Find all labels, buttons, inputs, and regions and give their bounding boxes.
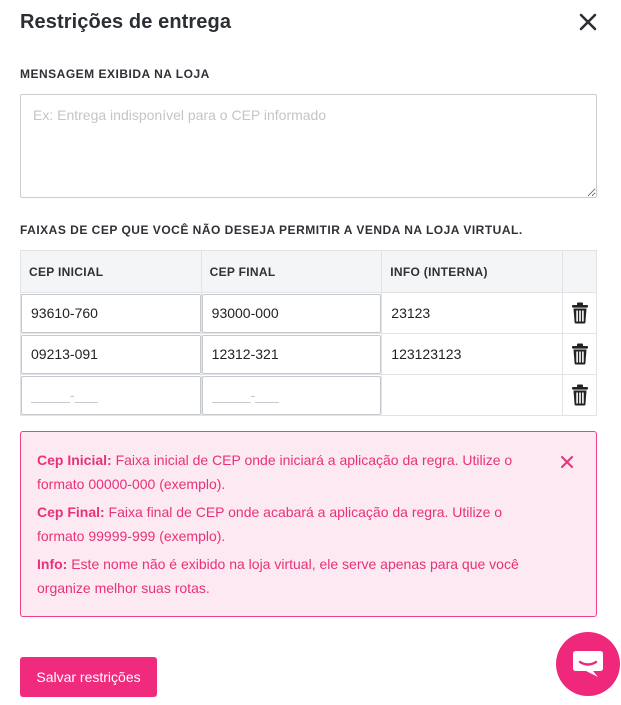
cep-inicial-input[interactable]	[21, 293, 201, 333]
table-row: 123123123	[20, 333, 597, 375]
help-term: Info:	[37, 556, 68, 572]
close-icon[interactable]	[576, 10, 600, 34]
column-cep-inicial: CEP INICIAL	[20, 250, 202, 293]
cep-inicial-input[interactable]	[21, 334, 201, 374]
trash-icon[interactable]	[570, 302, 590, 324]
dialog-header: Restrições de entrega	[20, 8, 600, 38]
trash-icon[interactable]	[570, 343, 590, 365]
message-label: MENSAGEM EXIBIDA NA LOJA	[20, 67, 210, 81]
cep-final-input[interactable]	[201, 375, 382, 415]
help-term: Cep Inicial:	[37, 452, 112, 468]
store-message-input[interactable]	[20, 94, 597, 198]
chat-icon[interactable]	[556, 632, 620, 696]
help-text: Este nome não é exibido na loja virtual,…	[37, 556, 519, 596]
trash-icon[interactable]	[570, 384, 590, 406]
column-actions	[562, 250, 597, 293]
dialog-title: Restrições de entrega	[20, 11, 232, 33]
save-restrictions-button[interactable]: Salvar restrições	[20, 657, 157, 697]
info-value[interactable]: 123123123	[382, 346, 562, 362]
table-row	[20, 374, 597, 416]
table-header-row: CEP INICIAL CEP FINAL INFO (INTERNA)	[20, 250, 597, 293]
cep-ranges-table: CEP INICIAL CEP FINAL INFO (INTERNA) 231…	[20, 250, 597, 416]
close-icon[interactable]	[560, 452, 574, 468]
column-cep-final: CEP FINAL	[200, 250, 383, 293]
help-alert: Cep Inicial: Faixa inicial de CEP onde i…	[20, 431, 597, 617]
help-item-cep-final: Cep Final: Faixa final de CEP onde acaba…	[37, 500, 540, 548]
help-term: Cep Final:	[37, 504, 105, 520]
cep-inicial-input[interactable]	[21, 375, 201, 415]
help-item-info: Info: Este nome não é exibido na loja vi…	[37, 552, 540, 600]
cep-final-input[interactable]	[201, 334, 382, 374]
help-text: Faixa final de CEP onde acabará a aplica…	[37, 504, 503, 544]
table-row: 23123	[20, 292, 597, 334]
column-info: INFO (INTERNA)	[381, 250, 564, 293]
info-value[interactable]: 23123	[382, 305, 562, 321]
ranges-label: FAIXAS DE CEP QUE VOCÊ NÃO DESEJA PERMIT…	[20, 223, 523, 237]
help-item-cep-inicial: Cep Inicial: Faixa inicial de CEP onde i…	[37, 448, 540, 496]
cep-final-input[interactable]	[201, 293, 382, 333]
